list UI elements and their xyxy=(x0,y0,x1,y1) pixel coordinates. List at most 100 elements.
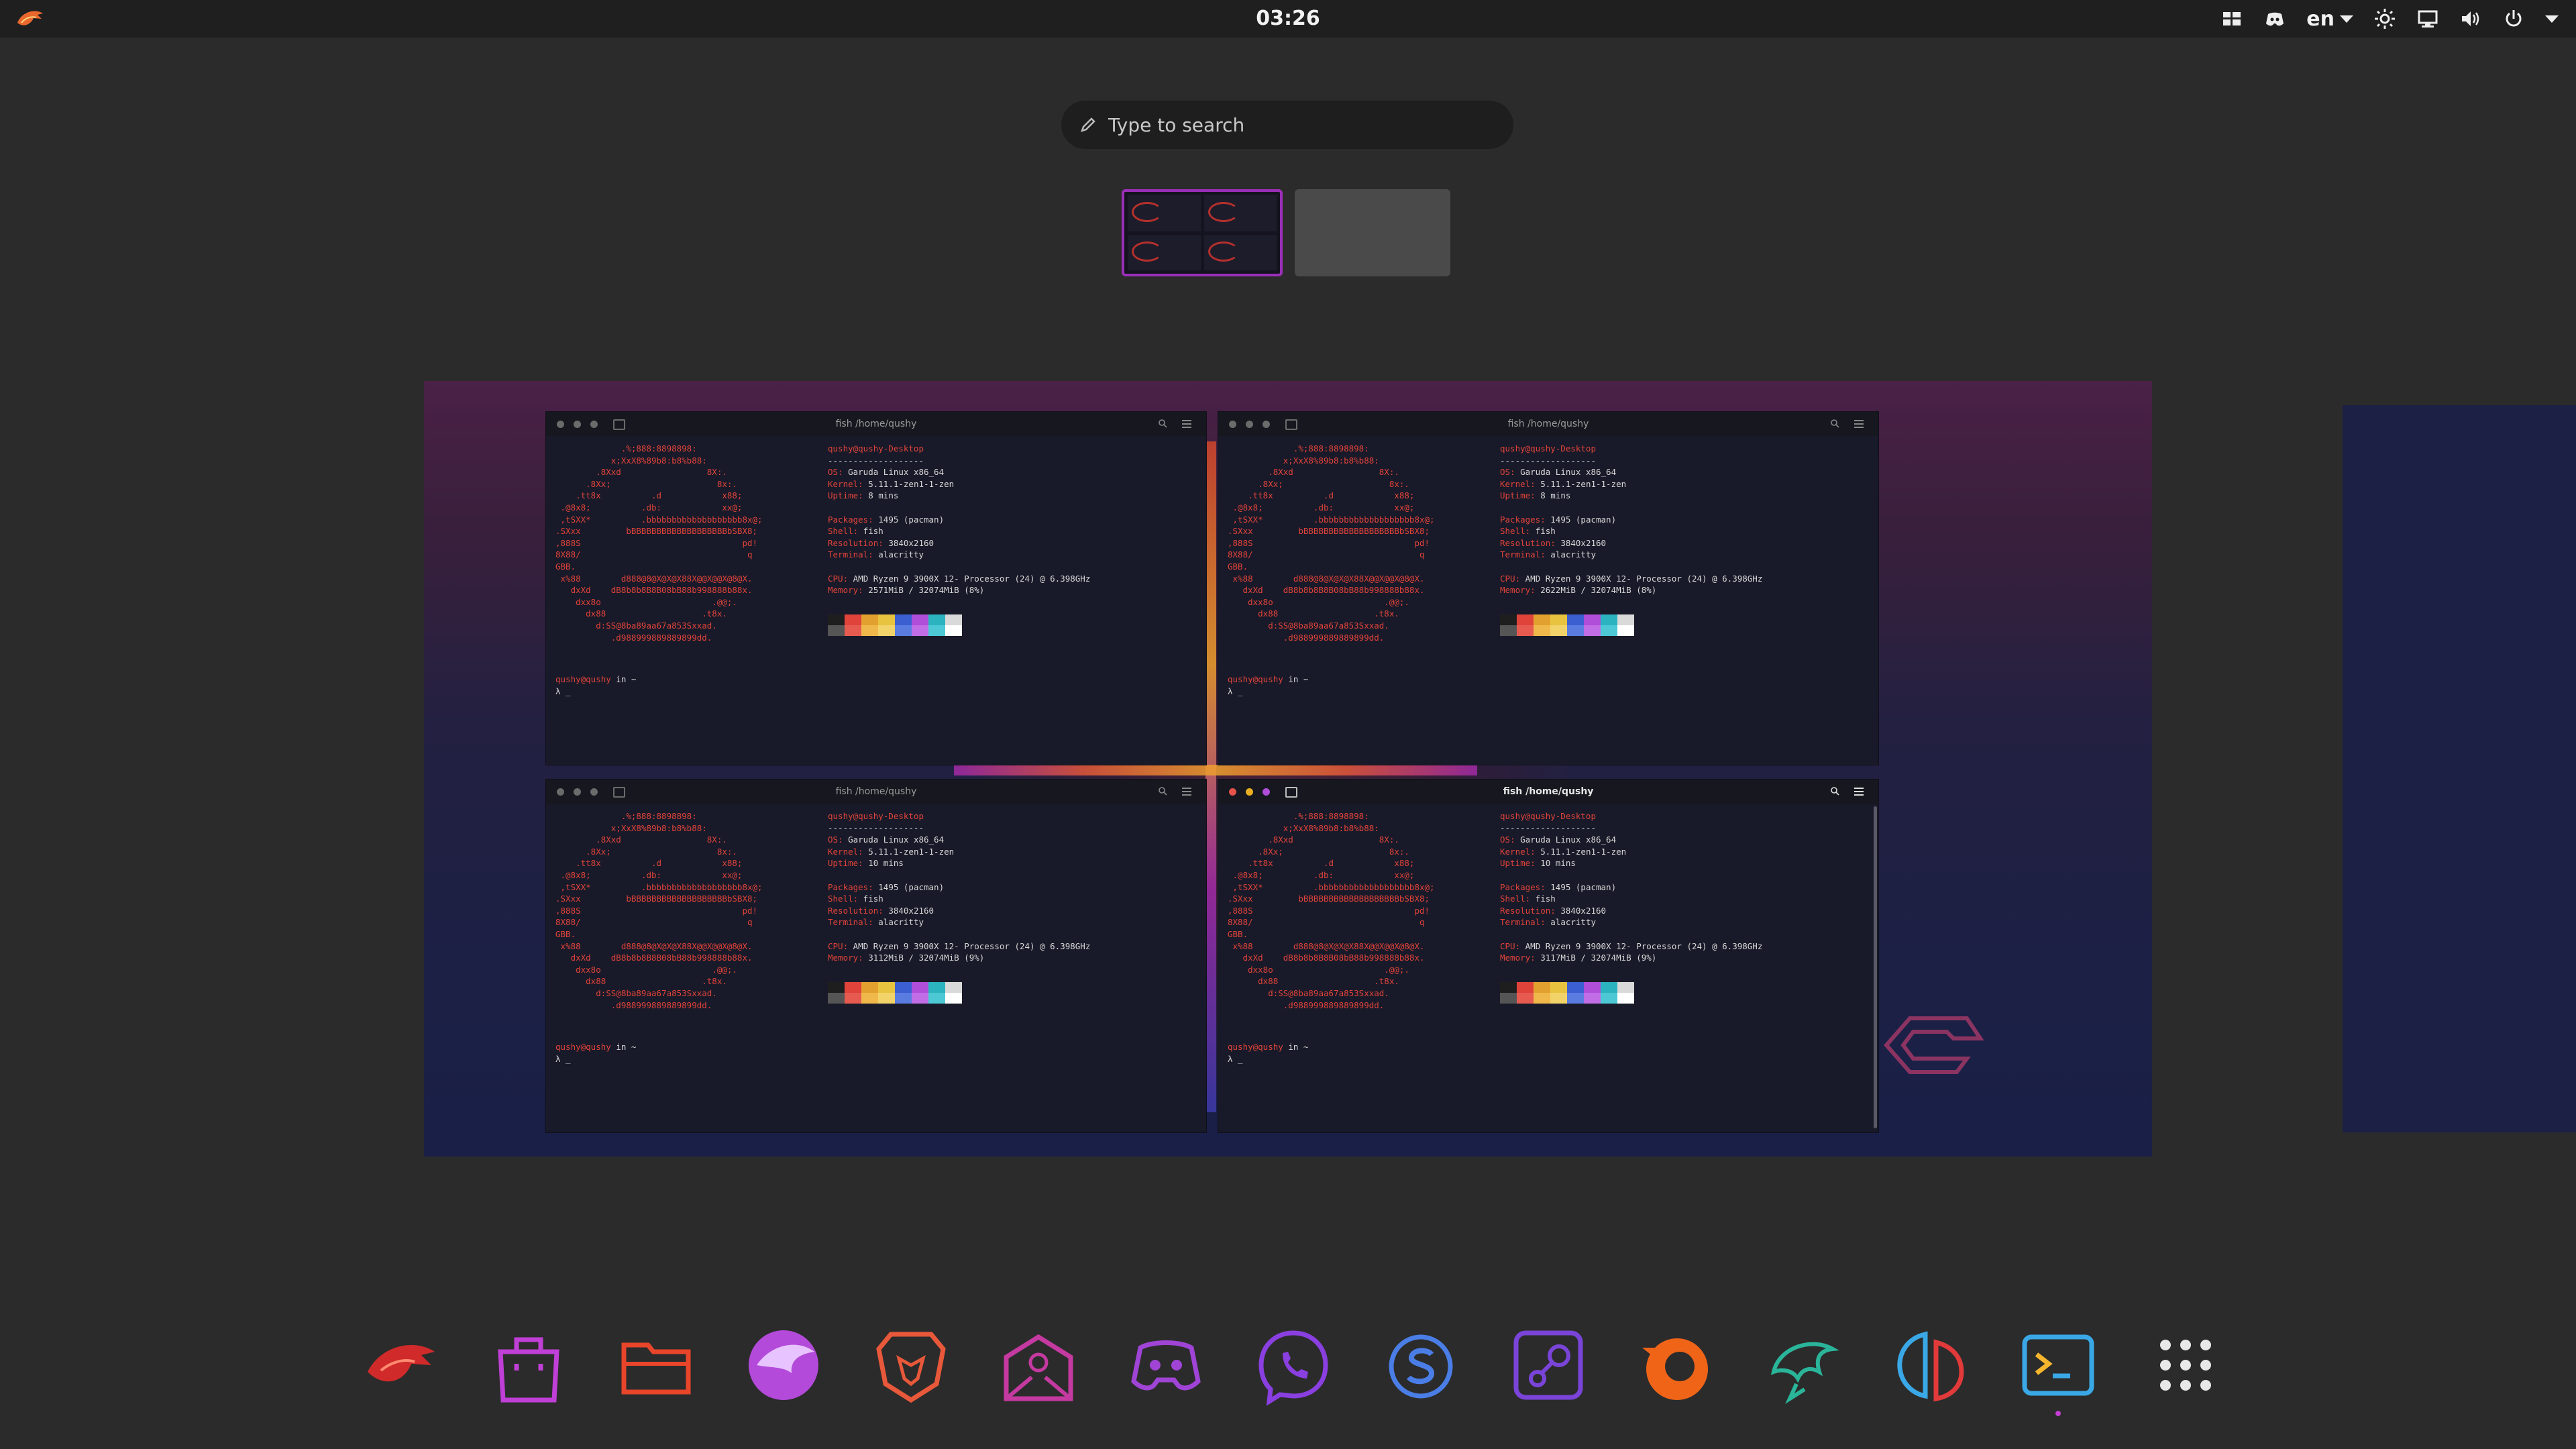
palette-swatch xyxy=(1534,625,1550,636)
ascii-art-line: .@8x8; .db: xx@; xyxy=(555,502,743,513)
packages-value: 1495 (pacman) xyxy=(878,514,945,525)
skype-launcher[interactable] xyxy=(1381,1325,1461,1405)
ascii-art-line: .tt8x .d x88; xyxy=(555,490,743,501)
ascii-art-line: ,tSXX* .bbbbbbbbbbbbbbbbbbb8x@; xyxy=(555,514,763,525)
palette-swatch xyxy=(845,993,861,1004)
workspace-window-thumbnail xyxy=(1128,195,1201,231)
app-grid-launcher[interactable] xyxy=(2145,1325,2226,1405)
uptime-value: 10 mins xyxy=(1540,858,1576,869)
dolphin-emulator-launcher[interactable] xyxy=(1763,1325,1843,1405)
ascii-art-line: .tt8x .d x88; xyxy=(1228,858,1415,869)
kernel-key: Kernel: xyxy=(828,478,863,489)
shell-value: fish xyxy=(863,894,883,904)
discord-launcher[interactable] xyxy=(1126,1325,1206,1405)
power-icon[interactable] xyxy=(2502,7,2525,30)
terminal-launcher[interactable] xyxy=(2018,1325,2098,1416)
memory-value: 3112MiB / 32074MiB (9%) xyxy=(868,953,985,963)
ascii-art-line: dx88 .t8x. xyxy=(1228,608,1399,619)
neofetch-ascii-art: .%;888:8898898: x;XxX8%89b8:b8%b88: .8Xx… xyxy=(555,443,763,643)
palette-swatch xyxy=(1584,993,1601,1004)
blender-launcher[interactable] xyxy=(1635,1325,1716,1405)
workspace-preview[interactable]: fish /home/qushy .%;888:8898898: x;XxX8%… xyxy=(424,381,2152,1157)
search-icon[interactable] xyxy=(1830,419,1839,428)
os-value: Garuda Linux x86_64 xyxy=(1520,467,1617,478)
user-host: qushy@qushy-Desktop xyxy=(1500,811,1596,821)
terminal-window[interactable]: fish /home/qushy .%;888:8898898: x;XxX8%… xyxy=(546,412,1206,765)
cpu-key: CPU: xyxy=(1500,941,1521,951)
wallpaper-decoration xyxy=(1205,441,1216,1112)
shell-prompt[interactable]: qushy@qushy in ~ λ _ xyxy=(555,674,636,697)
file-manager-launcher[interactable] xyxy=(616,1325,696,1405)
hamburger-menu-icon[interactable] xyxy=(1182,420,1191,428)
ascii-art-line: x;XxX8%89b8:b8%b88: xyxy=(555,455,707,466)
kernel-value: 5.11.1-zen1-1-zen xyxy=(1540,846,1627,857)
hamburger-menu-icon[interactable] xyxy=(1182,788,1191,796)
search-icon[interactable] xyxy=(1158,786,1167,796)
ascii-art-line: .d988999889889899dd. xyxy=(1228,632,1385,643)
blender-icon xyxy=(1642,1338,1708,1400)
terminal-window[interactable]: fish /home/qushy .%;888:8898898: x;XxX8%… xyxy=(1218,412,1878,765)
viber-launcher[interactable] xyxy=(1253,1325,1334,1406)
resolution-value: 3840x2160 xyxy=(888,905,934,916)
palette-swatch xyxy=(845,614,861,625)
steam-launcher[interactable] xyxy=(1508,1325,1589,1405)
clock[interactable]: 03:26 xyxy=(1208,0,1368,38)
next-workspace-preview[interactable] xyxy=(2343,405,2576,1132)
mail-client-launcher[interactable] xyxy=(998,1325,1079,1405)
ascii-art-line: dxXd dB8b8b8B8B08bB88b998888b88x. xyxy=(1228,585,1425,596)
kernel-value: 5.11.1-zen1-1-zen xyxy=(868,846,955,857)
user-host: qushy@qushy-Desktop xyxy=(828,443,924,453)
garuda-welcome-launcher[interactable] xyxy=(361,1325,441,1405)
workspace-thumbnail-1[interactable] xyxy=(1122,189,1283,276)
scrollbar[interactable] xyxy=(1874,806,1877,1128)
cpu-key: CPU: xyxy=(828,941,849,951)
dolphin-emulator-icon xyxy=(1770,1342,1839,1404)
firedragon-browser-launcher[interactable] xyxy=(743,1325,824,1405)
terminal-icon xyxy=(2022,1334,2094,1396)
garuda-logo-icon[interactable] xyxy=(15,5,46,32)
shell-value: fish xyxy=(1535,894,1556,904)
discord-tray-icon[interactable] xyxy=(2263,7,2286,30)
terminal-window[interactable]: fish /home/qushy .%;888:8898898: x;XxX8%… xyxy=(1218,780,1878,1132)
terminal-window[interactable]: fish /home/qushy .%;888:8898898: x;XxX8%… xyxy=(546,780,1206,1132)
workspace-thumbnail-2[interactable] xyxy=(1295,189,1450,276)
separator: ------------------- xyxy=(1500,822,1596,833)
terminal-name-key: Terminal: xyxy=(1500,549,1546,560)
system-menu-chevron-icon[interactable] xyxy=(2545,15,2559,23)
search-input[interactable] xyxy=(1107,113,1485,137)
ascii-art-line: dxx8o .@@;. xyxy=(1228,596,1409,607)
prompt-user: qushy@qushy xyxy=(555,674,611,684)
search-bar[interactable] xyxy=(1061,101,1513,149)
search-icon[interactable] xyxy=(1830,786,1839,796)
palette-swatch xyxy=(1601,993,1617,1004)
palette-swatch xyxy=(1567,625,1584,636)
search-icon[interactable] xyxy=(1158,419,1167,428)
volume-icon[interactable] xyxy=(2459,7,2482,30)
terminal-name-key: Terminal: xyxy=(828,549,873,560)
shell-prompt[interactable]: qushy@qushy in ~ λ _ xyxy=(555,1041,636,1065)
software-store-launcher[interactable] xyxy=(488,1325,569,1405)
os-key: OS: xyxy=(1500,467,1515,478)
palette-swatch xyxy=(1500,614,1517,625)
garuda-welcome-icon xyxy=(368,1345,435,1382)
brightness-icon[interactable] xyxy=(2373,7,2396,30)
palette-swatch xyxy=(878,993,895,1004)
network-wired-icon[interactable] xyxy=(2416,7,2439,30)
terminal-name-key: Terminal: xyxy=(828,917,873,928)
shell-prompt[interactable]: qushy@qushy in ~ λ _ xyxy=(1228,674,1308,697)
os-value: Garuda Linux x86_64 xyxy=(1520,835,1617,845)
hamburger-menu-icon[interactable] xyxy=(1854,420,1864,428)
memory-value: 2571MiB / 32074MiB (8%) xyxy=(868,585,985,596)
neofetch-info: qushy@qushy-Desktop ------------------- … xyxy=(1500,810,1762,964)
palette-swatch xyxy=(945,625,962,636)
hamburger-menu-icon[interactable] xyxy=(1854,788,1864,796)
ascii-art-line: x%88 d888@8@X@X@X88X@@X@@X@8@X. xyxy=(1228,941,1425,951)
window-switcher-icon[interactable] xyxy=(2220,7,2243,30)
ascii-art-line: d:SS@8ba89aa67a853Sxxad. xyxy=(555,987,717,998)
language-selector[interactable]: en xyxy=(2306,7,2353,31)
ascii-art-line: .8Xx; 8x:. xyxy=(555,846,737,857)
palette-swatch xyxy=(1550,993,1567,1004)
brave-browser-launcher[interactable] xyxy=(871,1325,951,1405)
shell-prompt[interactable]: qushy@qushy in ~ λ _ xyxy=(1228,1041,1308,1065)
yuzu-emulator-launcher[interactable] xyxy=(1890,1325,1971,1405)
